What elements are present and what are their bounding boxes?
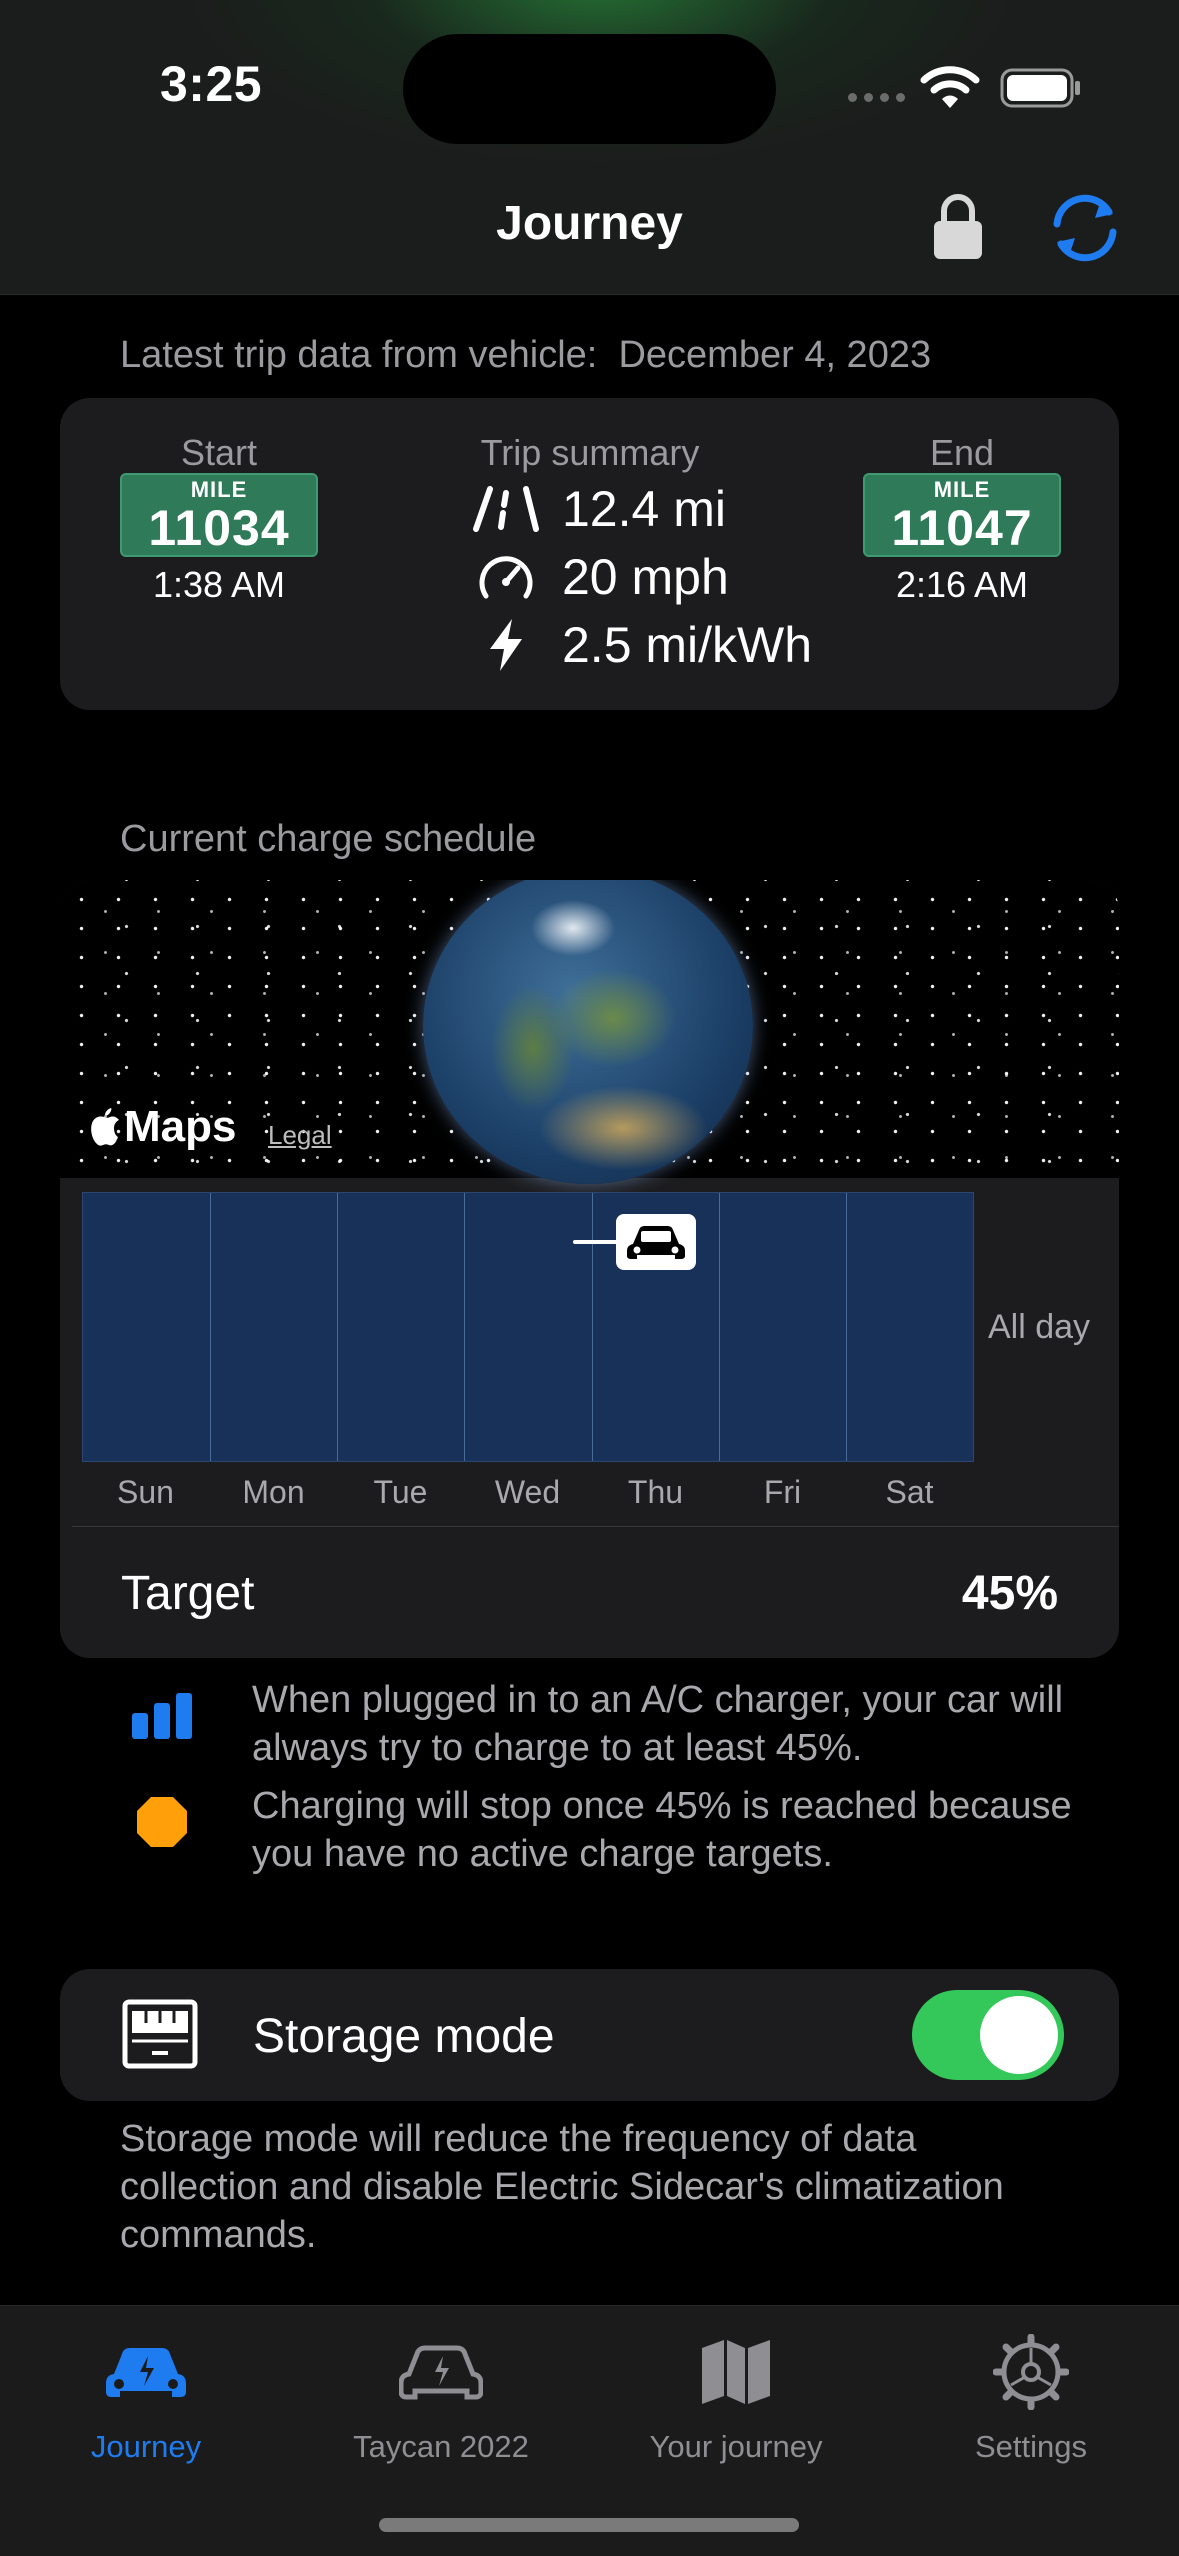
day-label-mon: Mon [242,1474,305,1510]
status-time: 3:25 [160,56,263,112]
day-column-sun[interactable] [83,1193,211,1461]
stop-charge-info: Charging will stop once 45% is reached b… [130,1782,1090,1878]
charge-schedule-card[interactable]: Maps Legal All day Sun Mon Tue Wed Thu F… [60,880,1119,1658]
end-time: 2:16 AM [895,564,1029,605]
day-column-wed[interactable] [465,1193,593,1461]
apple-maps-logo: Maps [88,1102,236,1152]
gear-icon [986,2334,1076,2410]
storage-mode-toggle[interactable] [912,1990,1064,2080]
day-label-tue: Tue [373,1474,428,1510]
distance-row: 12.4 mi [470,480,726,538]
divider [72,1526,1119,1527]
start-odometer-sign: MILE 11034 [120,473,318,557]
charge-level-bars-icon [130,1684,194,1748]
road-icon [470,481,542,537]
day-label-fri: Fri [763,1474,802,1510]
car-bolt-icon [396,2334,486,2410]
day-column-fri[interactable] [720,1193,847,1461]
start-mile-label: MILE [190,477,248,502]
tab-settings-label: Settings [974,2429,1087,2464]
trip-caption: Latest trip data from vehicle: December … [120,334,931,377]
map-icon [691,2334,781,2410]
day-column-mon[interactable] [211,1193,338,1461]
tab-journey-label: Journey [90,2429,202,2464]
car-marker-icon [616,1214,696,1270]
dynamic-island [403,34,776,144]
day-label-sat: Sat [885,1474,934,1510]
map-view[interactable]: Maps Legal [60,880,1119,1184]
battery-icon [1000,68,1080,108]
schedule-caption: Current charge schedule [120,818,537,860]
weekly-schedule-grid[interactable] [82,1192,974,1462]
car-charging-icon [101,2334,191,2410]
start-header: Start [180,432,258,473]
globe-image [423,880,753,1184]
trip-caption-label: Latest trip data from vehicle: [120,334,598,376]
day-column-tue[interactable] [338,1193,465,1461]
page-title: Journey [496,197,683,250]
target-label: Target [121,1567,255,1620]
target-value[interactable]: 45% [962,1566,1058,1621]
sync-icon[interactable] [1043,190,1127,266]
home-indicator [379,2518,799,2532]
header-area: 3:25 Journey [0,0,1179,295]
trip-caption-date: December 4, 2023 [618,334,932,376]
start-odometer: 11034 [148,500,290,556]
day-labels: Sun Mon Tue Wed Thu Fri Sat [82,1474,974,1524]
end-header: End [929,432,995,473]
day-label-sun: Sun [117,1474,174,1510]
toggle-knob [980,1996,1058,2074]
bolt-icon [470,617,542,673]
day-label-thu: Thu [627,1474,684,1510]
trip-speed: 20 mph [562,549,729,605]
end-odometer: 11047 [891,500,1033,556]
storage-mode-note: Storage mode will reduce the frequency o… [120,2118,1004,2256]
all-day-label: All day [988,1308,1091,1346]
apple-icon [91,1108,119,1146]
lock-icon[interactable] [930,193,986,261]
start-time: 1:38 AM [152,564,286,605]
stop-octagon-icon [130,1790,194,1854]
end-mile-label: MILE [933,477,991,502]
storage-mode-row[interactable]: Storage mode [60,1969,1119,2101]
maps-brand-text: Maps [124,1102,237,1151]
summary-header: Trip summary [480,432,700,473]
garage-icon [122,1999,198,2069]
legal-link[interactable]: Legal [268,1120,332,1151]
trip-efficiency: 2.5 mi/kWh [562,617,813,673]
tab-taycan-label: Taycan 2022 [353,2429,529,2464]
trip-summary-card[interactable]: Start MILE 11034 1:38 AM Trip summary 12… [60,398,1119,710]
trip-distance: 12.4 mi [562,481,726,537]
day-column-sat[interactable] [847,1193,975,1461]
end-odometer-sign: MILE 11047 [863,473,1061,557]
stop-charge-text: Charging will stop once 45% is reached b… [252,1785,1072,1875]
ac-charge-info: When plugged in to an A/C charger, your … [130,1676,1090,1772]
day-label-wed: Wed [494,1474,561,1510]
storage-mode-label: Storage mode [253,2010,555,2063]
cellular-signal-icon [848,93,905,102]
efficiency-row: 2.5 mi/kWh [470,616,812,674]
wifi-icon [920,66,980,108]
speed-row: 20 mph [470,548,729,606]
tab-your-journey-label: Your journey [649,2429,823,2464]
speedometer-icon [470,549,542,605]
ac-charge-text: When plugged in to an A/C charger, your … [252,1679,1064,1769]
